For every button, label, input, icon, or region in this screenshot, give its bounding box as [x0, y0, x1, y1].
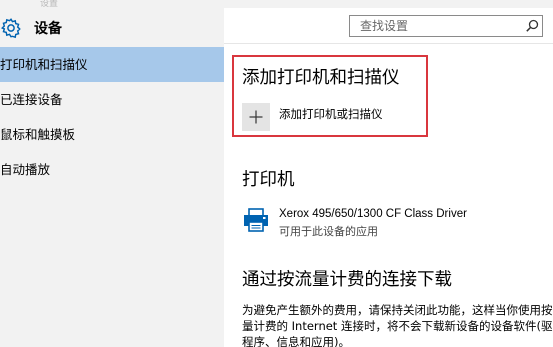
metered-line: 为避免产生额外的费用，请保持关闭此功能，这样当你使用按流 — [242, 303, 553, 317]
printer-name[interactable]: Xerox 495/650/1300 CF Class Driver — [279, 208, 467, 220]
sidebar-item-label: 打印机和扫描仪 — [0, 57, 88, 72]
printer-status: 可用于此设备的应用 — [279, 225, 378, 238]
printers-section-title: 打印机 — [242, 170, 295, 190]
metered-line: 程序、信息和应用)。 — [242, 335, 350, 347]
gear-icon — [1, 18, 21, 39]
metered-description: 为避免产生额外的费用，请保持关闭此功能，这样当你使用按流 量计费的 Intern… — [242, 302, 553, 347]
search-icon[interactable] — [524, 18, 540, 34]
sidebar-header: 设备 — [0, 14, 62, 42]
add-printer-label[interactable]: 添加打印机或扫描仪 — [279, 106, 383, 122]
plus-icon — [249, 110, 263, 124]
sidebar-nav: 打印机和扫描仪 已连接设备 鼠标和触摸板 自动播放 — [0, 47, 224, 187]
search-placeholder: 查找设置 — [360, 19, 409, 33]
add-section-title: 添加打印机和扫描仪 — [242, 68, 400, 88]
metered-section-title: 通过按流量计费的连接下载 — [242, 270, 452, 290]
add-printer-button[interactable] — [242, 103, 270, 131]
title-bar: 设置 — [0, 0, 553, 9]
sidebar-item-autoplay[interactable]: 自动播放 — [0, 152, 224, 187]
sidebar-item-connected-devices[interactable]: 已连接设备 — [0, 82, 224, 117]
printer-icon[interactable] — [242, 206, 270, 234]
settings-window: 设置 设备 查找设置 打印机和扫描仪 已连接设备 鼠标和触摸板 自动播放 添加打… — [0, 0, 553, 347]
sidebar-item-printers-scanners[interactable]: 打印机和扫描仪 — [0, 47, 224, 82]
metered-line: 量计费的 Internet 连接时，将不会下载新设备的设备软件(驱动 — [242, 319, 553, 333]
sidebar-item-label: 自动播放 — [0, 162, 51, 177]
sidebar-item-label: 鼠标和触摸板 — [0, 127, 76, 142]
page-title: 设备 — [34, 21, 62, 37]
sidebar-item-mouse-touchpad[interactable]: 鼠标和触摸板 — [0, 117, 224, 152]
window-title: 设置 — [40, 0, 59, 9]
sidebar-item-label: 已连接设备 — [0, 92, 63, 107]
search-input[interactable]: 查找设置 — [349, 15, 543, 37]
